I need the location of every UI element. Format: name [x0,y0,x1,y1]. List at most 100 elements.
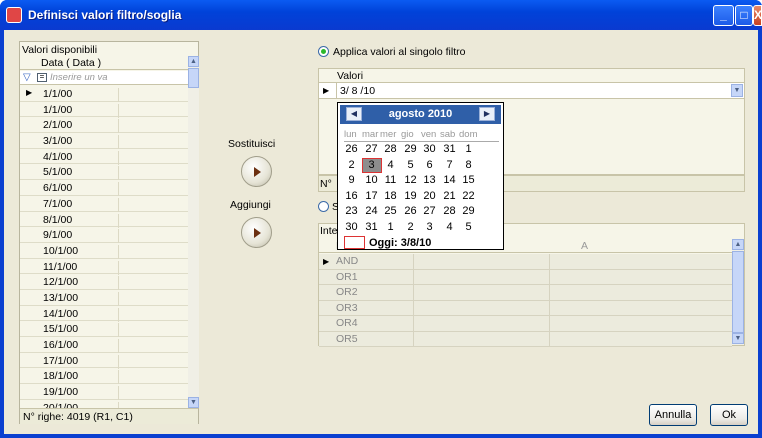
calendar-day[interactable]: 7 [440,159,459,171]
list-item[interactable]: 3/1/00 [20,133,188,150]
date-column-header[interactable]: Data ( Data ) [20,56,188,70]
calendar-day[interactable]: 31 [440,143,459,155]
calendar-day[interactable]: 26 [401,205,420,217]
calendar-day[interactable]: 26 [342,143,361,155]
list-item[interactable]: 10/1/00 [20,243,188,259]
scroll-down-arrow-icon[interactable]: ▼ [732,333,744,344]
interval-to-cell[interactable] [549,269,731,285]
calendar-day[interactable]: 28 [381,143,400,155]
list-item[interactable]: ▶ 1/1/00 [20,86,188,102]
today-marker[interactable] [344,236,365,249]
replace-button[interactable] [241,156,272,187]
calendar-day[interactable]: 1 [459,143,478,155]
date-value-input[interactable]: 3/ 8 /10 [336,83,743,98]
interval-row[interactable]: OR1 [319,269,732,285]
cancel-button[interactable]: Annulla [649,404,697,426]
scroll-up-arrow-icon[interactable]: ▲ [188,56,199,67]
interval-to-cell[interactable] [549,316,731,331]
interval-to-cell[interactable] [549,331,731,347]
calendar-day[interactable]: 16 [342,190,361,202]
list-item[interactable]: 11/1/00 [20,259,188,275]
list-item[interactable]: 14/1/00 [20,306,188,322]
calendar-day[interactable]: 13 [420,174,439,186]
calendar-day[interactable]: 29 [401,143,420,155]
today-label[interactable]: Oggi: 3/8/10 [369,237,431,249]
list-item[interactable]: 5/1/00 [20,164,188,181]
interval-to-cell[interactable] [549,285,731,300]
interval-from-cell[interactable] [413,316,549,331]
calendar-day[interactable]: 15 [459,174,478,186]
close-button[interactable]: X [753,5,762,26]
calendar-day[interactable]: 30 [342,221,361,233]
calendar-day[interactable]: 21 [440,190,459,202]
calendar-day[interactable]: 1 [381,221,400,233]
calendar-day[interactable]: 24 [362,205,381,217]
calendar-day[interactable]: 25 [381,205,400,217]
interval-from-cell[interactable] [413,254,549,269]
calendar-day[interactable]: 17 [362,190,381,202]
calendar-day[interactable]: 6 [420,159,439,171]
minimize-button[interactable]: _ [713,5,734,26]
calendar-day[interactable]: 11 [381,174,400,186]
calendar-day[interactable]: 5 [401,159,420,171]
filter-icon[interactable]: ▽ [23,72,33,83]
list-item[interactable]: 9/1/00 [20,227,188,244]
calendar-day[interactable]: 14 [440,174,459,186]
scroll-thumb[interactable] [188,68,199,88]
list-item[interactable]: 4/1/00 [20,149,188,165]
single-filter-radio[interactable] [318,46,329,57]
ok-button[interactable]: Ok [710,404,748,426]
list-item[interactable]: 12/1/00 [20,274,188,291]
calendar-day[interactable]: 2 [401,221,420,233]
calendar-day[interactable]: 3 [420,221,439,233]
interval-from-cell[interactable] [413,300,549,316]
list-item[interactable]: 15/1/00 [20,321,188,338]
calendar-day[interactable]: 5 [459,221,478,233]
list-item[interactable]: 1/1/00 [20,102,188,118]
scroll-thumb[interactable] [732,251,744,333]
next-month-icon[interactable]: ▶ [479,107,495,121]
calendar-day[interactable]: 8 [459,159,478,171]
interval-row[interactable]: OR3 [319,300,732,316]
calendar-day[interactable]: 12 [401,174,420,186]
list-item[interactable]: 16/1/00 [20,337,188,353]
maximize-button[interactable]: □ [735,5,753,26]
calendar-day[interactable]: 30 [420,143,439,155]
calendar-day[interactable]: 9 [342,174,361,186]
calendar-day[interactable]: 4 [440,221,459,233]
filter-input[interactable]: Inserire un va [50,72,108,83]
calendar-day[interactable]: 28 [440,205,459,217]
calendar-day[interactable]: 4 [381,159,400,171]
calendar-day[interactable]: 29 [459,205,478,217]
interval-from-cell[interactable] [413,331,549,347]
interval-from-cell[interactable] [413,285,549,300]
interval-row[interactable]: OR4 [319,316,732,332]
interval-row[interactable]: OR2 [319,285,732,301]
dropdown-arrow-icon[interactable]: ▼ [731,84,743,97]
interval-row[interactable]: ▶ AND [319,254,732,270]
to-column-header[interactable]: A [581,240,588,252]
list-item[interactable]: 7/1/00 [20,196,188,212]
calendar-day[interactable]: 31 [362,221,381,233]
scroll-up-arrow-icon[interactable]: ▲ [732,239,744,250]
interval-from-cell[interactable] [413,269,549,285]
equals-operator-icon[interactable]: = [37,73,47,82]
calendar-day[interactable]: 2 [342,159,361,171]
interval-to-cell[interactable] [549,254,731,269]
calendar-day[interactable]: 27 [420,205,439,217]
list-item[interactable]: 17/1/00 [20,353,188,369]
add-button[interactable] [241,217,272,248]
scroll-down-arrow-icon[interactable]: ▼ [188,397,199,408]
calendar-day[interactable]: 18 [381,190,400,202]
intervals-scrollbar[interactable]: ▲ ▼ [732,239,744,345]
list-item[interactable]: 18/1/00 [20,368,188,385]
left-scrollbar[interactable]: ▲ ▼ [188,56,199,408]
second-option-radio[interactable] [318,201,329,212]
list-item[interactable]: 8/1/00 [20,212,188,228]
calendar-day[interactable]: 22 [459,190,478,202]
calendar-day[interactable]: 10 [362,174,381,186]
list-item[interactable]: 19/1/00 [20,384,188,401]
list-item[interactable]: 2/1/00 [20,117,188,134]
calendar-day[interactable]: 19 [401,190,420,202]
interval-row[interactable]: OR5 [319,331,732,347]
